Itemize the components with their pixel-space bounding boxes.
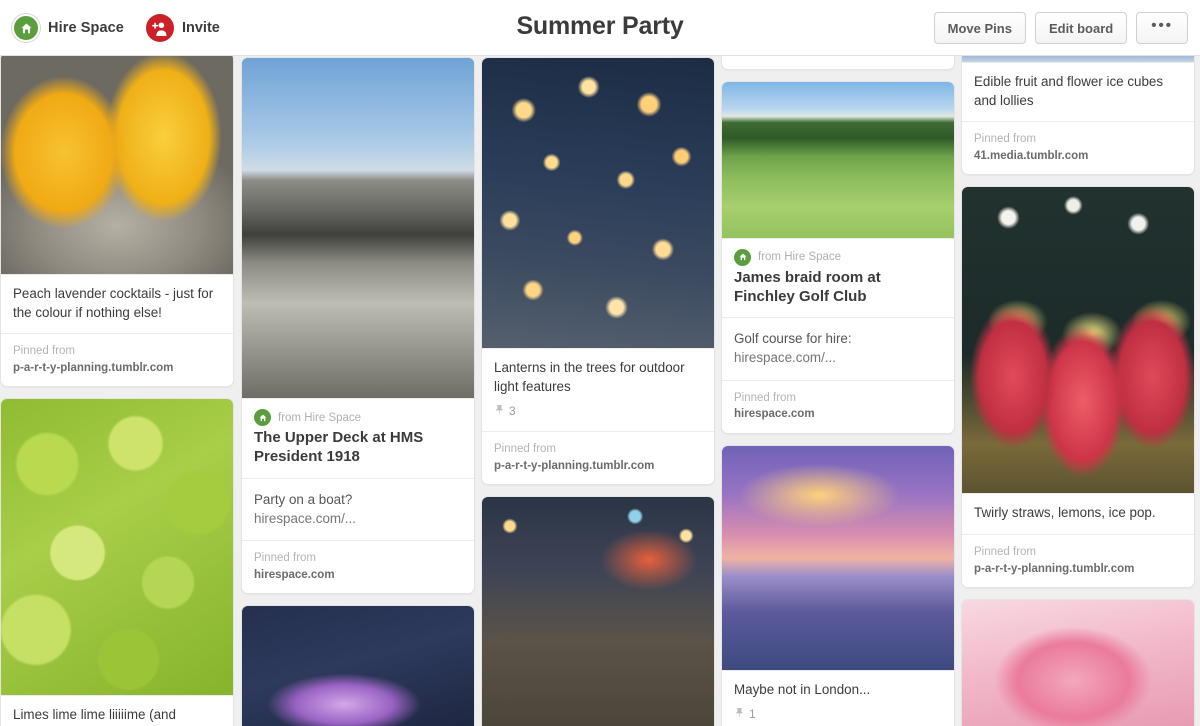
pin-subtext-area: Party on a boat? hirespace.com/... [242, 477, 474, 540]
pin-source-area[interactable]: Pinned from hirespace.com [242, 539, 474, 593]
column-4: p-a-r-t-y-planning.tumblr.com from Hire … [721, 56, 955, 726]
pin-image[interactable] [482, 58, 714, 349]
pin-source[interactable]: p-a-r-t-y-planning.tumblr.com [734, 56, 942, 59]
pin-image[interactable] [242, 58, 474, 399]
pin-subtext-line1: Golf course for hire: [734, 331, 852, 347]
pin-image[interactable] [242, 606, 474, 726]
repin-icon [494, 402, 505, 420]
pin-place-header[interactable]: from Hire Space [734, 248, 942, 266]
pinned-from-label: Pinned from [494, 443, 557, 455]
pin-source[interactable]: p-a-r-t-y-planning.tumblr.com [494, 458, 702, 475]
pin-twirly-straws-lemons-ice-pop[interactable]: Twirly straws, lemons, ice pop. Pinned f… [961, 186, 1195, 589]
home-icon [19, 21, 34, 36]
pin-source-area[interactable]: Pinned from 41.media.tumblr.com [962, 121, 1194, 174]
pin-james-braid-room-finchley-golf-club[interactable]: from Hire Space James braid room at Finc… [721, 80, 955, 434]
pin-peach-lavender-cocktails[interactable]: Peach lavender cocktails - just for the … [0, 56, 234, 388]
pin-source[interactable]: p-a-r-t-y-planning.tumblr.com [13, 360, 221, 377]
pin-repin-stats: 1 [734, 705, 942, 723]
pin-source-area[interactable]: Pinned from p-a-r-t-y-planning.tumblr.co… [482, 431, 714, 484]
pinned-from-label: Pinned from [13, 345, 76, 357]
column-2: from Hire Space The Upper Deck at HMS Pr… [241, 57, 475, 726]
pin-repin-stats: 3 [494, 402, 702, 420]
pin-source[interactable]: p-a-r-t-y-planning.tumblr.com [974, 561, 1182, 578]
pin-description: Peach lavender cocktails - just for the … [13, 286, 214, 320]
place-from-label: from Hire Space [278, 411, 362, 424]
pin-grid[interactable]: Peach lavender cocktails - just for the … [0, 56, 1200, 726]
repin-count: 3 [509, 404, 516, 418]
pin-source[interactable]: hirespace.com [734, 406, 942, 423]
pin-image[interactable] [962, 187, 1194, 495]
pin-description-area: Limes lime lime liiiiime (and coconut?) [1, 696, 233, 726]
pin-description-area: Lanterns in the trees for outdoor light … [482, 349, 714, 431]
pin-purple-mason-jar[interactable] [241, 605, 475, 726]
header-left-group: Hire Space Invite [12, 0, 220, 56]
pin-cropped-top-party-planning[interactable]: p-a-r-t-y-planning.tumblr.com [721, 56, 955, 70]
pinned-from-label: Pinned from [974, 545, 1037, 558]
pin-source-area[interactable]: Pinned from hirespace.com [722, 379, 954, 433]
column-3: Lanterns in the trees for outdoor light … [481, 57, 715, 726]
pin-description: Lanterns in the trees for outdoor light … [494, 360, 685, 394]
pin-source-area[interactable]: Pinned from p-a-r-t-y-planning.tumblr.co… [1, 333, 233, 386]
invite-label: Invite [181, 20, 220, 36]
pin-limes[interactable]: Limes lime lime liiiiime (and coconut?) [0, 398, 234, 726]
pin-description-area: Twirly straws, lemons, ice pop. [962, 494, 1194, 534]
edit-board-button[interactable]: Edit board [1034, 12, 1128, 44]
pin-subtext-link[interactable]: hirespace.com/... [734, 348, 942, 367]
pin-subtext-link[interactable]: hirespace.com/... [254, 509, 462, 528]
pin-source-area[interactable]: p-a-r-t-y-planning.tumblr.com [722, 56, 954, 69]
place-from-label: from Hire Space [758, 251, 842, 264]
pin-title: James braid room at Finchley Golf Club [734, 268, 881, 305]
pin-description-area: from Hire Space James braid room at Finc… [722, 239, 954, 318]
invite-button[interactable]: Invite [145, 14, 220, 42]
pin-description: Limes lime lime liiiiime (and coconut?) [13, 707, 176, 726]
pin-description-area: from Hire Space The Upper Deck at HMS Pr… [242, 399, 474, 478]
pin-image[interactable] [1, 399, 233, 697]
pinned-from-label: Pinned from [974, 133, 1037, 145]
more-options-button[interactable]: ••• [1136, 12, 1188, 44]
pin-lanterns-in-trees[interactable]: Lanterns in the trees for outdoor light … [481, 57, 715, 486]
pin-description-area: Maybe not in London... 1 [722, 671, 954, 726]
username-label[interactable]: Hire Space [48, 20, 124, 36]
pin-description-area: Peach lavender cocktails - just for the … [1, 275, 233, 333]
pin-image[interactable] [482, 497, 714, 726]
pin-source-area[interactable]: Pinned from p-a-r-t-y-planning.tumblr.co… [962, 533, 1194, 587]
pin-image[interactable] [962, 600, 1194, 726]
pinned-from-label: Pinned from [734, 391, 797, 404]
pin-upper-deck-hms-president[interactable]: from Hire Space The Upper Deck at HMS Pr… [241, 57, 475, 595]
pin-place-header[interactable]: from Hire Space [254, 409, 462, 426]
pin-party-boat-crowd[interactable] [481, 496, 715, 726]
pin-subtext-area: Golf course for hire: hirespace.com/... [722, 317, 954, 379]
header-actions: Move Pins Edit board ••• [933, 0, 1188, 56]
repin-count: 1 [749, 707, 756, 722]
repin-icon [734, 705, 745, 723]
pinned-from-label: Pinned from [254, 551, 317, 564]
pin-description: Maybe not in London... [734, 681, 871, 697]
pin-image[interactable] [722, 445, 954, 671]
place-avatar-icon [254, 409, 271, 426]
move-pins-button[interactable]: Move Pins [933, 12, 1026, 44]
pin-description: Twirly straws, lemons, ice pop. [974, 505, 1156, 521]
board-header: Hire Space Invite Summer Party Move Pins… [0, 0, 1200, 56]
pin-description: Edible fruit and flower ice cubes and lo… [974, 74, 1164, 108]
pin-edible-fruit-flower-ice-cubes[interactable]: Edible fruit and flower ice cubes and lo… [961, 56, 1195, 176]
pin-title: The Upper Deck at HMS President 1918 [254, 429, 424, 465]
add-person-icon [145, 14, 174, 42]
pin-image[interactable] [962, 56, 1194, 63]
pin-subtext-line1: Party on a boat? [254, 491, 353, 507]
pin-description-area: Edible fruit and flower ice cubes and lo… [962, 63, 1194, 121]
pin-image[interactable] [722, 81, 954, 239]
pin-pink-drink[interactable] [961, 599, 1195, 726]
pin-maybe-not-in-london[interactable]: Maybe not in London... 1 [721, 444, 955, 726]
place-avatar-icon [734, 248, 751, 266]
pin-source[interactable]: 41.media.tumblr.com [974, 148, 1182, 165]
pin-source[interactable]: hirespace.com [254, 567, 462, 584]
user-avatar[interactable] [12, 14, 40, 42]
pin-image[interactable] [1, 56, 233, 275]
column-1: Peach lavender cocktails - just for the … [0, 56, 234, 726]
column-5: Edible fruit and flower ice cubes and lo… [961, 56, 1195, 726]
